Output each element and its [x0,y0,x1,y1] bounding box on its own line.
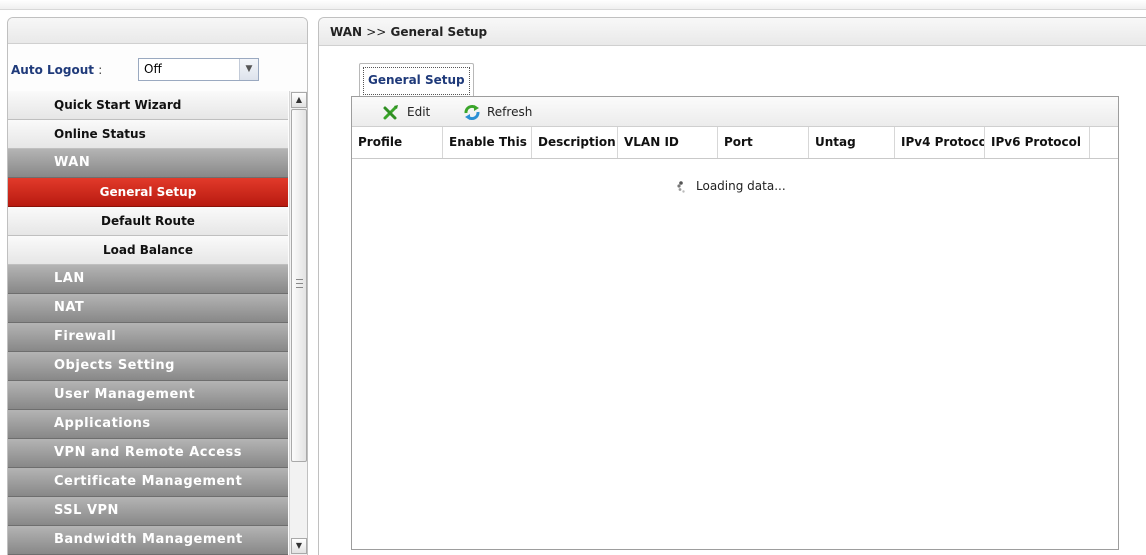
sidebar-menu: Quick Start Wizard Online Status WAN Gen… [8,91,288,555]
refresh-label: Refresh [487,105,533,119]
auto-logout-text: Auto Logout [11,63,94,77]
scroll-up-icon[interactable]: ▲ [291,92,307,108]
breadcrumb-section: WAN [330,25,363,39]
sidebar-item-ssl-vpn[interactable]: SSL VPN [8,497,288,526]
edit-button[interactable]: Edit [382,103,442,121]
sidebar-item-user-management[interactable]: User Management [8,381,288,410]
edit-label: Edit [407,105,431,119]
breadcrumb-page: General Setup [390,25,488,39]
column-header-enable[interactable]: Enable This [443,127,532,158]
auto-logout-row: Auto Logout : Off ▼ [8,55,307,85]
column-header-ipv4-protocol[interactable]: IPv4 Protocol [895,127,985,158]
main-header: WAN >> General Setup [319,18,1146,46]
sidebar-item-certificate-management[interactable]: Certificate Management [8,468,288,497]
column-header-vlan-id[interactable]: VLAN ID [618,127,718,158]
refresh-icon [464,105,480,120]
sidebar-header [8,18,307,44]
sidebar-item-bandwidth-management[interactable]: Bandwidth Management [8,526,288,555]
main-panel: WAN >> General Setup General Setup Edit [318,17,1146,555]
column-header-port[interactable]: Port [718,127,809,158]
sidebar-item-firewall[interactable]: Firewall [8,323,288,352]
column-header-untag[interactable]: Untag [809,127,895,158]
breadcrumb: WAN >> General Setup [330,25,487,39]
tab-general-setup-label: General Setup [363,67,470,95]
loading-text: Loading data... [696,179,786,193]
sidebar-item-objects-setting[interactable]: Objects Setting [8,352,288,381]
scroll-down-icon[interactable]: ▼ [291,538,307,554]
sidebar-item-vpn-and-remote-access[interactable]: VPN and Remote Access [8,439,288,468]
column-header-profile[interactable]: Profile [352,127,443,158]
sidebar-item-nat[interactable]: NAT [8,294,288,323]
auto-logout-colon: : [98,63,103,77]
edit-icon [383,105,398,120]
sidebar-item-load-balance[interactable]: Load Balance [8,236,288,265]
grid-column-headers: Profile Enable This Description VLAN ID … [352,127,1118,159]
column-header-description[interactable]: Description [532,127,618,158]
chevron-down-icon[interactable]: ▼ [239,59,258,80]
sidebar-item-wan[interactable]: WAN [8,149,288,178]
scrollbar-grip-icon [296,279,303,288]
sidebar-item-lan[interactable]: LAN [8,265,288,294]
breadcrumb-separator: >> [366,25,387,39]
sidebar-item-general-setup[interactable]: General Setup [8,178,288,207]
grid-toolbar: Edit Refresh [352,97,1118,127]
auto-logout-value: Off [144,62,162,76]
sidebar-item-default-route[interactable]: Default Route [8,207,288,236]
sidebar-item-quick-start-wizard[interactable]: Quick Start Wizard [8,91,288,120]
column-header-ipv6-protocol[interactable]: IPv6 Protocol [985,127,1090,158]
top-shadow [0,0,1146,10]
profile-grid: Edit Refresh Profile Enable This Descrip… [351,96,1119,550]
refresh-button[interactable]: Refresh [462,103,552,121]
loading-spinner-icon [677,181,685,193]
auto-logout-select[interactable]: Off ▼ [138,58,259,81]
tab-general-setup[interactable]: General Setup [359,63,474,97]
sidebar-item-online-status[interactable]: Online Status [8,120,288,149]
sidebar-scrollbar[interactable]: ▲ ▼ [289,91,307,555]
sidebar: Auto Logout : Off ▼ Quick Start Wizard O… [7,17,308,555]
scrollbar-thumb[interactable] [291,109,307,462]
auto-logout-label: Auto Logout : [11,63,102,77]
sidebar-item-applications[interactable]: Applications [8,410,288,439]
